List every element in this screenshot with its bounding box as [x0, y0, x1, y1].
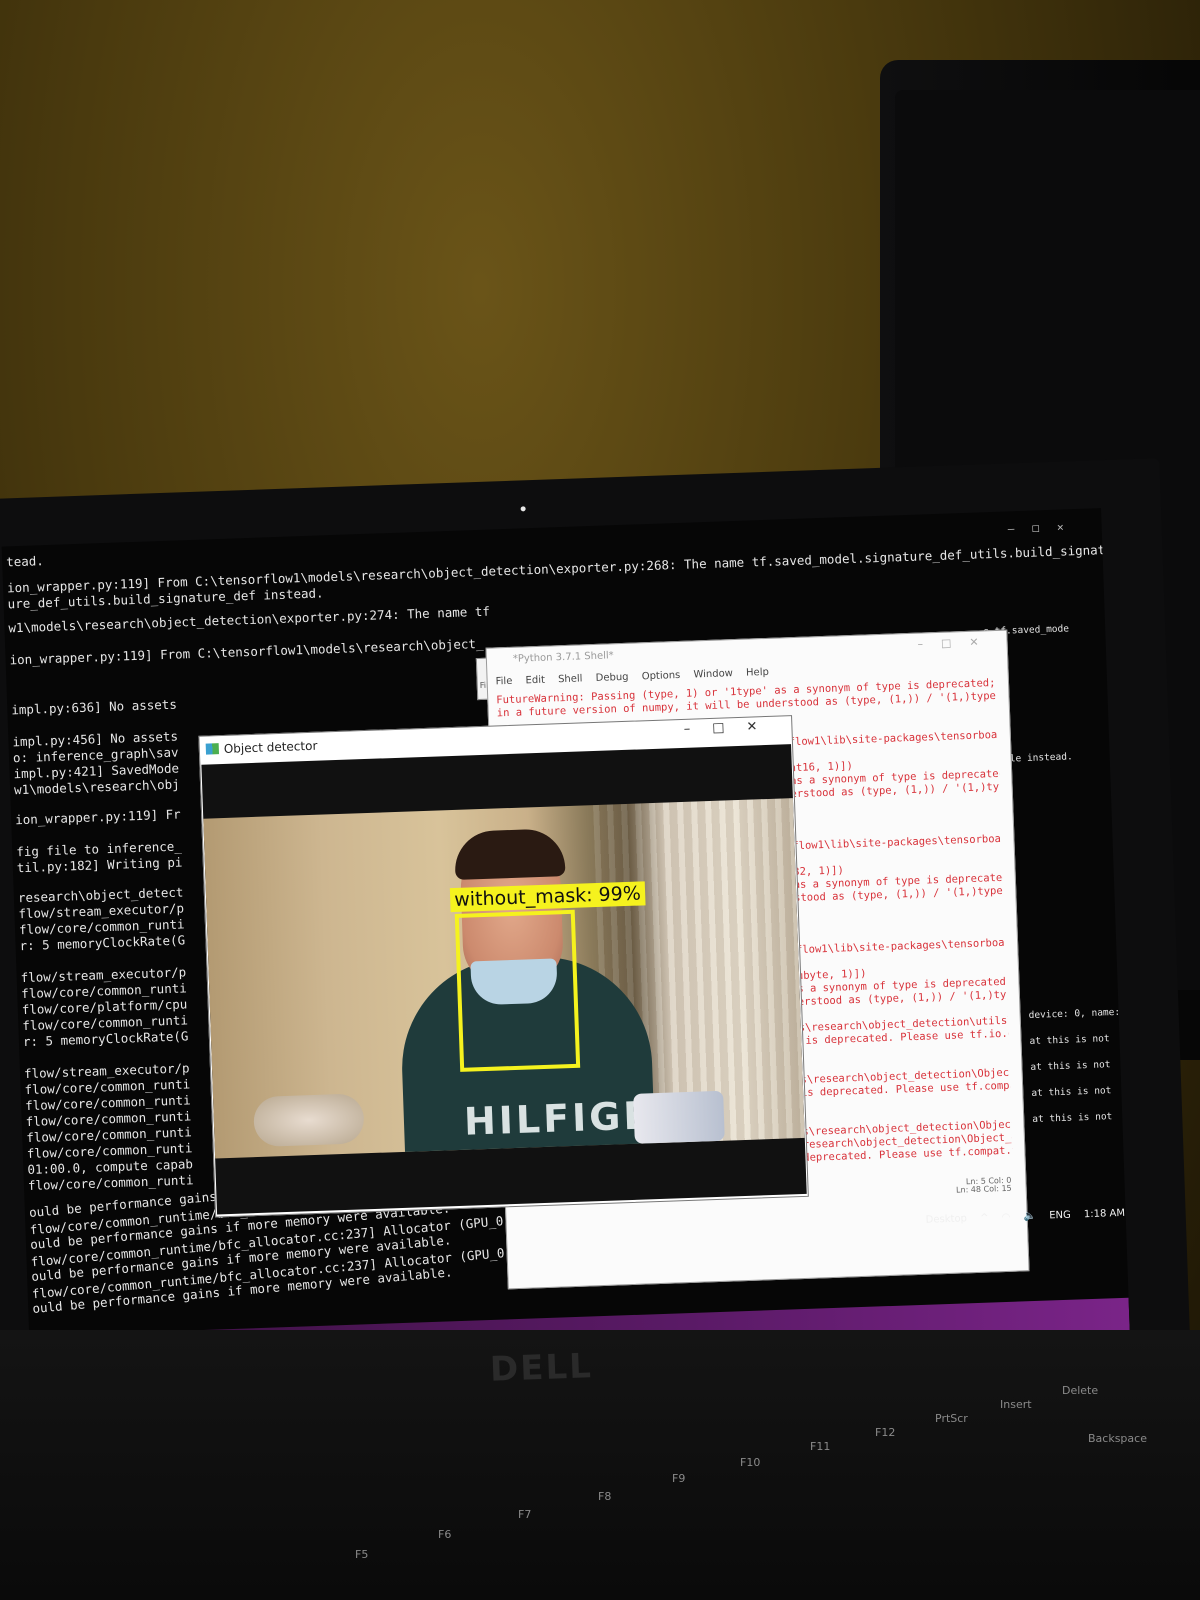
desktop-toolbar[interactable]: Desktop — [926, 1213, 968, 1225]
clock[interactable]: 1:18 AM — [1084, 1208, 1125, 1220]
menu-help[interactable]: Help — [746, 667, 769, 679]
terminal-right-text: at this is not — [1029, 1033, 1110, 1047]
terminal-line: tead. — [5, 553, 45, 570]
app-icon — [205, 743, 220, 755]
terminal-line: ion_wrapper.py:119] From C:\tensorflow1\… — [9, 635, 484, 668]
webcam-image: HILFIGER without_mask: 99% — [203, 798, 805, 1159]
key-prtscr: PrtScr — [935, 1412, 968, 1425]
menu-edit[interactable]: Edit — [525, 675, 545, 687]
status-outer: Ln: 48 Col: 15 — [955, 1183, 1012, 1195]
key-f10: F10 — [740, 1456, 761, 1469]
window-title: Object detector — [223, 738, 318, 756]
terminal-line: impl.py:636] No assets — [11, 696, 178, 718]
terminal-right-text: device: 0, name: — [1028, 1006, 1121, 1022]
terminal-right-text: at this is not — [1031, 1085, 1112, 1099]
language-indicator[interactable]: ENG — [1049, 1210, 1071, 1222]
window-controls[interactable]: –□✕ — [683, 719, 779, 737]
laptop-lid: –□✕ tead. ion_wrapper.py:119] From C:\ten… — [0, 458, 1191, 1400]
terminal-line: ion_wrapper.py:119] Fr — [14, 806, 181, 828]
terminal-line: ion_wrapper.py:119] From C:\tensorflow1\… — [6, 540, 1131, 596]
terminal-window-controls[interactable]: –□✕ — [1008, 519, 1082, 538]
terminal-output: tead. ion_wrapper.py:119] From C:\tensorf… — [2, 508, 1130, 1316]
key-f8: F8 — [598, 1490, 612, 1503]
webcam-dot — [520, 506, 526, 512]
key-f11: F11 — [810, 1440, 831, 1453]
key-f7: F7 — [518, 1508, 532, 1521]
chevron-up-icon[interactable]: ^ — [980, 1213, 989, 1224]
volume-icon[interactable]: 🔈 — [1023, 1211, 1036, 1222]
menu-file[interactable]: File — [495, 676, 512, 688]
menu-debug[interactable]: Debug — [596, 672, 629, 684]
menu-window[interactable]: Window — [693, 668, 733, 680]
keyboard-deck — [0, 1330, 1200, 1600]
key-f9: F9 — [672, 1472, 686, 1485]
key-insert: Insert — [1000, 1398, 1032, 1411]
wifi-icon[interactable]: ◠ — [1002, 1212, 1011, 1223]
window-title: *Python 3.7.1 Shell* — [512, 650, 614, 665]
detection-bounding-box — [454, 909, 581, 1072]
terminal-right-text: at this is not — [1030, 1059, 1111, 1073]
terminal-right-text: at this is not — [1032, 1111, 1113, 1125]
blanket — [253, 1093, 365, 1148]
key-f6: F6 — [438, 1528, 452, 1541]
object-detector-window[interactable]: Object detector –□✕ HILFIGER without_mas… — [198, 715, 809, 1218]
key-f12: F12 — [875, 1426, 896, 1439]
hair — [453, 828, 566, 880]
menu-shell[interactable]: Shell — [558, 673, 583, 685]
key-delete: Delete — [1062, 1384, 1099, 1397]
laptop-screen: –□✕ tead. ion_wrapper.py:119] From C:\ten… — [1, 508, 1131, 1387]
dell-logo: DELL — [489, 1346, 594, 1390]
webcam-frame: HILFIGER without_mask: 99% — [201, 744, 807, 1215]
menu-options[interactable]: Options — [642, 670, 681, 682]
phone — [633, 1090, 725, 1144]
key-backspace: Backspace — [1088, 1432, 1147, 1445]
menu-bar: File Edit Shell Debug Options Window Hel… — [495, 667, 779, 688]
photo-scene: –□✕ tead. ion_wrapper.py:119] From C:\ten… — [0, 0, 1200, 1600]
key-f5: F5 — [355, 1548, 369, 1561]
window-controls[interactable]: –□✕ — [917, 635, 997, 651]
